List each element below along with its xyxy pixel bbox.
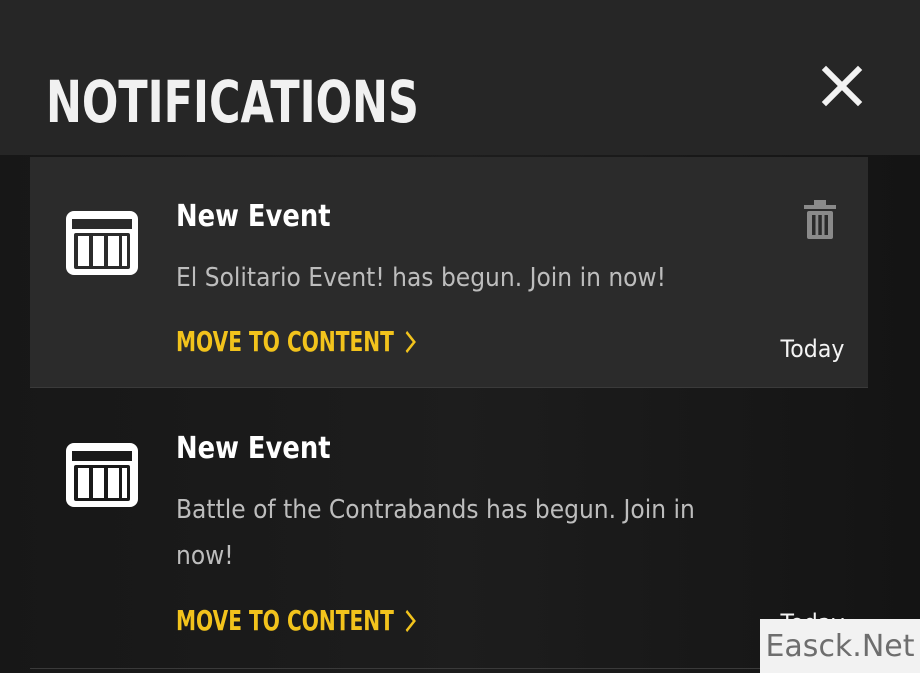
- notification-date: Today: [780, 335, 844, 363]
- event-crate-icon: [62, 209, 142, 279]
- notification-item[interactable]: New Event Battle of the Contrabands has …: [30, 389, 868, 669]
- panel-header: NOTIFICATIONS: [0, 0, 920, 155]
- notification-title: New Event: [176, 199, 331, 234]
- watermark: Easck.Net: [760, 619, 920, 673]
- close-icon[interactable]: [818, 62, 866, 110]
- move-to-content-label: MOVE TO CONTENT: [176, 604, 394, 637]
- divider: [30, 668, 868, 669]
- move-to-content-link[interactable]: MOVE TO CONTENT: [176, 325, 417, 358]
- move-to-content-link[interactable]: MOVE TO CONTENT: [176, 604, 417, 637]
- page-title: NOTIFICATIONS: [46, 68, 419, 136]
- trash-icon[interactable]: [800, 199, 840, 241]
- notifications-panel: NOTIFICATIONS New Event El Solitario Eve…: [0, 0, 920, 673]
- notification-body: El Solitario Event! has begun. Join in n…: [176, 263, 667, 293]
- divider: [30, 387, 868, 388]
- move-to-content-label: MOVE TO CONTENT: [176, 325, 394, 358]
- notification-body: Battle of the Contrabands has begun. Joi…: [176, 495, 695, 571]
- notification-item[interactable]: New Event El Solitario Event! has begun.…: [30, 157, 868, 388]
- chevron-right-icon: [404, 329, 417, 355]
- notification-title: New Event: [176, 431, 331, 466]
- chevron-right-icon: [404, 608, 417, 634]
- event-crate-icon: [62, 441, 142, 511]
